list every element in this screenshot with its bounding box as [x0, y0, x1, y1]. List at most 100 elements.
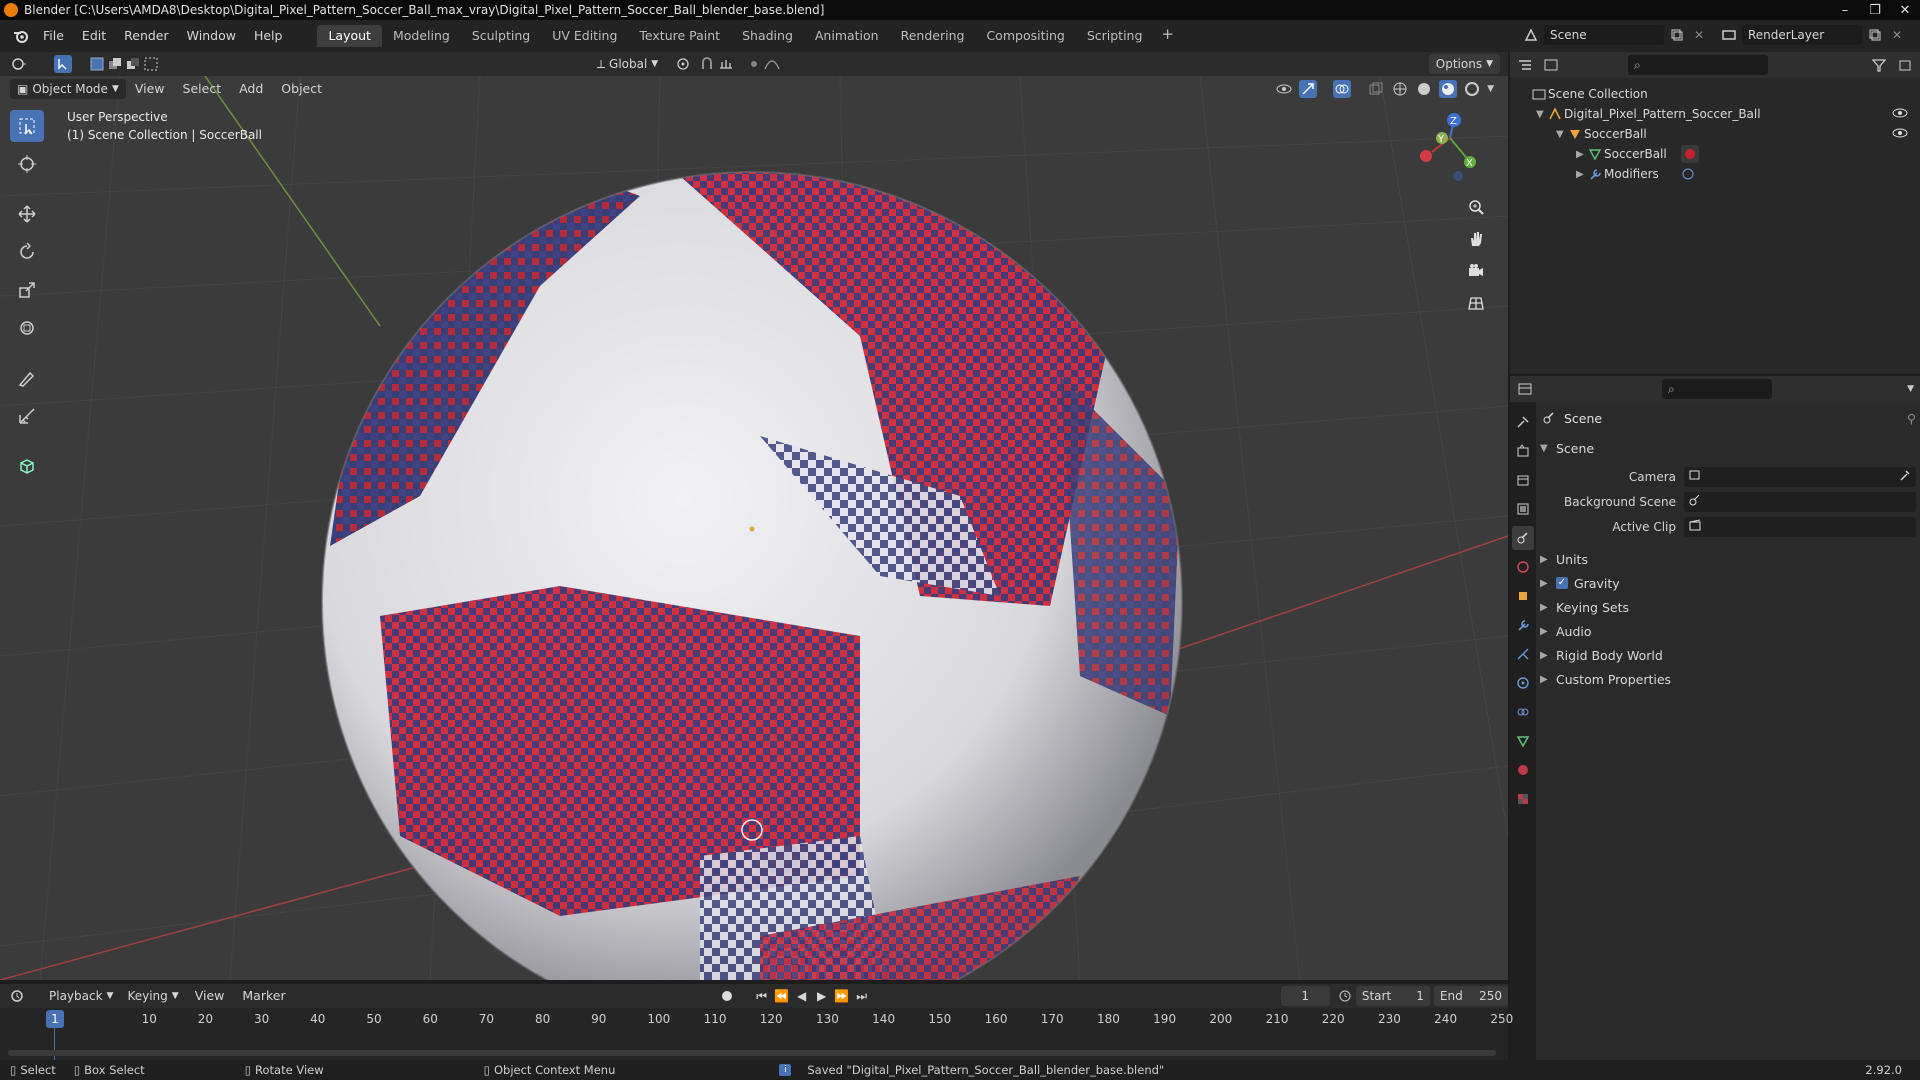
tool-settings-tab-icon[interactable]	[1512, 410, 1534, 434]
particles-tab-icon[interactable]	[1512, 642, 1534, 666]
tab-shading[interactable]: Shading	[731, 25, 804, 47]
selection-subtract-icon[interactable]	[124, 55, 142, 73]
cursor-tool[interactable]	[10, 148, 44, 180]
tab-rendering[interactable]: Rendering	[890, 25, 976, 47]
menu-help[interactable]: Help	[245, 26, 292, 46]
modifier-tab-icon[interactable]	[1512, 613, 1534, 637]
world-tab-icon[interactable]	[1512, 555, 1534, 579]
selection-invert-icon[interactable]	[142, 55, 160, 73]
menu-view[interactable]: View	[126, 79, 174, 99]
preview-range-icon[interactable]	[1338, 987, 1352, 1005]
new-scene-icon[interactable]	[1668, 26, 1686, 44]
gravity-panel[interactable]: ▶ ✓ Gravity	[1540, 571, 1916, 595]
visibility-eye-icon[interactable]	[1892, 127, 1908, 142]
background-scene-field[interactable]	[1684, 491, 1916, 512]
selection-extend-icon[interactable]	[106, 55, 124, 73]
tab-layout[interactable]: Layout	[317, 25, 382, 47]
render-tab-icon[interactable]	[1512, 439, 1534, 463]
close-icon[interactable]: ✕	[1890, 3, 1920, 18]
expand-chevron-icon[interactable]: ▼	[1556, 129, 1566, 140]
keying-sets-panel[interactable]: ▶ Keying Sets	[1540, 595, 1916, 619]
pan-hand-icon[interactable]	[1462, 226, 1490, 252]
constraints-tab-icon[interactable]	[1512, 700, 1534, 724]
menu-edit[interactable]: Edit	[73, 26, 115, 46]
menu-object[interactable]: Object	[272, 79, 331, 99]
render-layer-field[interactable]: RenderLayer	[1742, 25, 1862, 45]
add-cube-tool[interactable]	[10, 450, 44, 482]
pin-icon[interactable]: ⚲	[1907, 411, 1916, 426]
move-tool[interactable]	[10, 198, 44, 230]
playback-menu[interactable]: Playback ▼	[42, 986, 120, 1006]
tree-row-collection[interactable]: ▼ Digital_Pixel_Pattern_Soccer_Ball	[1510, 104, 1920, 124]
camera-field[interactable]	[1684, 466, 1916, 487]
tree-row-soccerball-object[interactable]: ▼ SoccerBall	[1510, 124, 1920, 144]
zoom-icon[interactable]	[1462, 194, 1490, 220]
menu-select[interactable]: Select	[174, 79, 231, 99]
render-layer-icon[interactable]	[1720, 26, 1738, 44]
timeline-marker-menu[interactable]: Marker	[233, 986, 294, 1006]
tab-animation[interactable]: Animation	[804, 25, 890, 47]
menu-render[interactable]: Render	[115, 26, 178, 46]
proportional-edit-icon[interactable]	[745, 55, 763, 73]
physics-tab-icon[interactable]	[1512, 671, 1534, 695]
tree-row-scene-collection[interactable]: Scene Collection	[1510, 84, 1920, 104]
tab-compositing[interactable]: Compositing	[975, 25, 1075, 47]
tab-scripting[interactable]: Scripting	[1076, 25, 1154, 47]
keying-menu[interactable]: Keying ▼	[120, 986, 185, 1006]
show-overlays-icon[interactable]	[1333, 80, 1352, 98]
timeline-editor-icon[interactable]	[10, 987, 26, 1005]
scale-tool[interactable]	[10, 274, 44, 306]
material-icon[interactable]	[1680, 145, 1699, 163]
material-tab-icon[interactable]	[1512, 758, 1534, 782]
chevron-down-icon[interactable]: ▼	[1907, 384, 1914, 394]
record-icon[interactable]	[721, 987, 733, 1005]
play-reverse-icon[interactable]: ◀	[793, 987, 811, 1005]
prev-keyframe-icon[interactable]: ⏪	[773, 987, 791, 1005]
timeline-ruler[interactable]: 10 20 30 40 50 60 70 80 90 100 110 120 130 140 150 160 1…	[0, 1008, 1513, 1060]
snap-target-icon[interactable]	[717, 55, 735, 73]
visibility-selector-icon[interactable]	[1275, 80, 1293, 98]
solid-shading-icon[interactable]	[1415, 80, 1433, 98]
blender-menu-icon[interactable]	[8, 26, 34, 46]
xray-toggle-icon[interactable]	[1367, 80, 1385, 98]
texture-tab-icon[interactable]	[1512, 787, 1534, 811]
3d-viewport[interactable]: Z Y X ▣ Object Mode ▼ View Select Add Ob…	[0, 76, 1508, 980]
next-keyframe-icon[interactable]: ⏩	[833, 987, 851, 1005]
timeline-scrollbar[interactable]	[8, 1050, 1496, 1056]
rotate-tool[interactable]	[10, 236, 44, 268]
view-layer-tab-icon[interactable]	[1512, 497, 1534, 521]
delete-layer-icon[interactable]: ✕	[1888, 26, 1906, 44]
select-box-tool[interactable]	[10, 110, 44, 142]
jump-end-icon[interactable]: ⏭	[853, 987, 871, 1005]
scene-tab-icon[interactable]	[1512, 526, 1534, 550]
rendered-shading-icon[interactable]	[1463, 80, 1481, 98]
perspective-toggle-icon[interactable]	[1462, 290, 1490, 316]
properties-editor-icon[interactable]	[1516, 380, 1534, 398]
modifier-subsurf-icon[interactable]	[1679, 165, 1697, 183]
tab-uv-editing[interactable]: UV Editing	[541, 25, 628, 47]
new-collection-icon[interactable]	[1896, 56, 1914, 74]
menu-file[interactable]: File	[34, 26, 73, 46]
camera-view-icon[interactable]	[1462, 258, 1490, 284]
gravity-checkbox[interactable]: ✓	[1556, 577, 1568, 589]
editor-type-icon[interactable]	[10, 55, 28, 73]
eyedropper-icon[interactable]	[1899, 469, 1911, 484]
units-panel[interactable]: ▶ Units	[1540, 547, 1916, 571]
tab-modeling[interactable]: Modeling	[382, 25, 461, 47]
end-frame-field[interactable]: End 250	[1433, 986, 1508, 1006]
transform-tool[interactable]	[10, 312, 44, 344]
transform-orientation-dropdown[interactable]: ⟂ Global ▼	[590, 54, 665, 74]
add-workspace-icon[interactable]: +	[1153, 25, 1182, 47]
show-gizmo-icon[interactable]	[1299, 80, 1318, 98]
outliner-search-input[interactable]: ⌕	[1628, 55, 1768, 75]
navigation-gizmo[interactable]: Z Y X	[1420, 113, 1476, 181]
scene-panel-header[interactable]: ▼ Scene	[1540, 436, 1916, 460]
soccer-ball-object[interactable]	[321, 136, 1183, 980]
custom-properties-panel[interactable]: ▶ Custom Properties	[1540, 667, 1916, 691]
expand-chevron-icon[interactable]: ▼	[1536, 109, 1546, 120]
start-frame-field[interactable]: Start 1	[1355, 986, 1430, 1006]
tree-row-mesh-data[interactable]: ▶ SoccerBall	[1510, 144, 1920, 164]
select-mode-icon[interactable]	[54, 55, 72, 73]
pivot-point-icon[interactable]	[675, 55, 693, 73]
scene-name-field[interactable]: Scene	[1544, 25, 1664, 45]
